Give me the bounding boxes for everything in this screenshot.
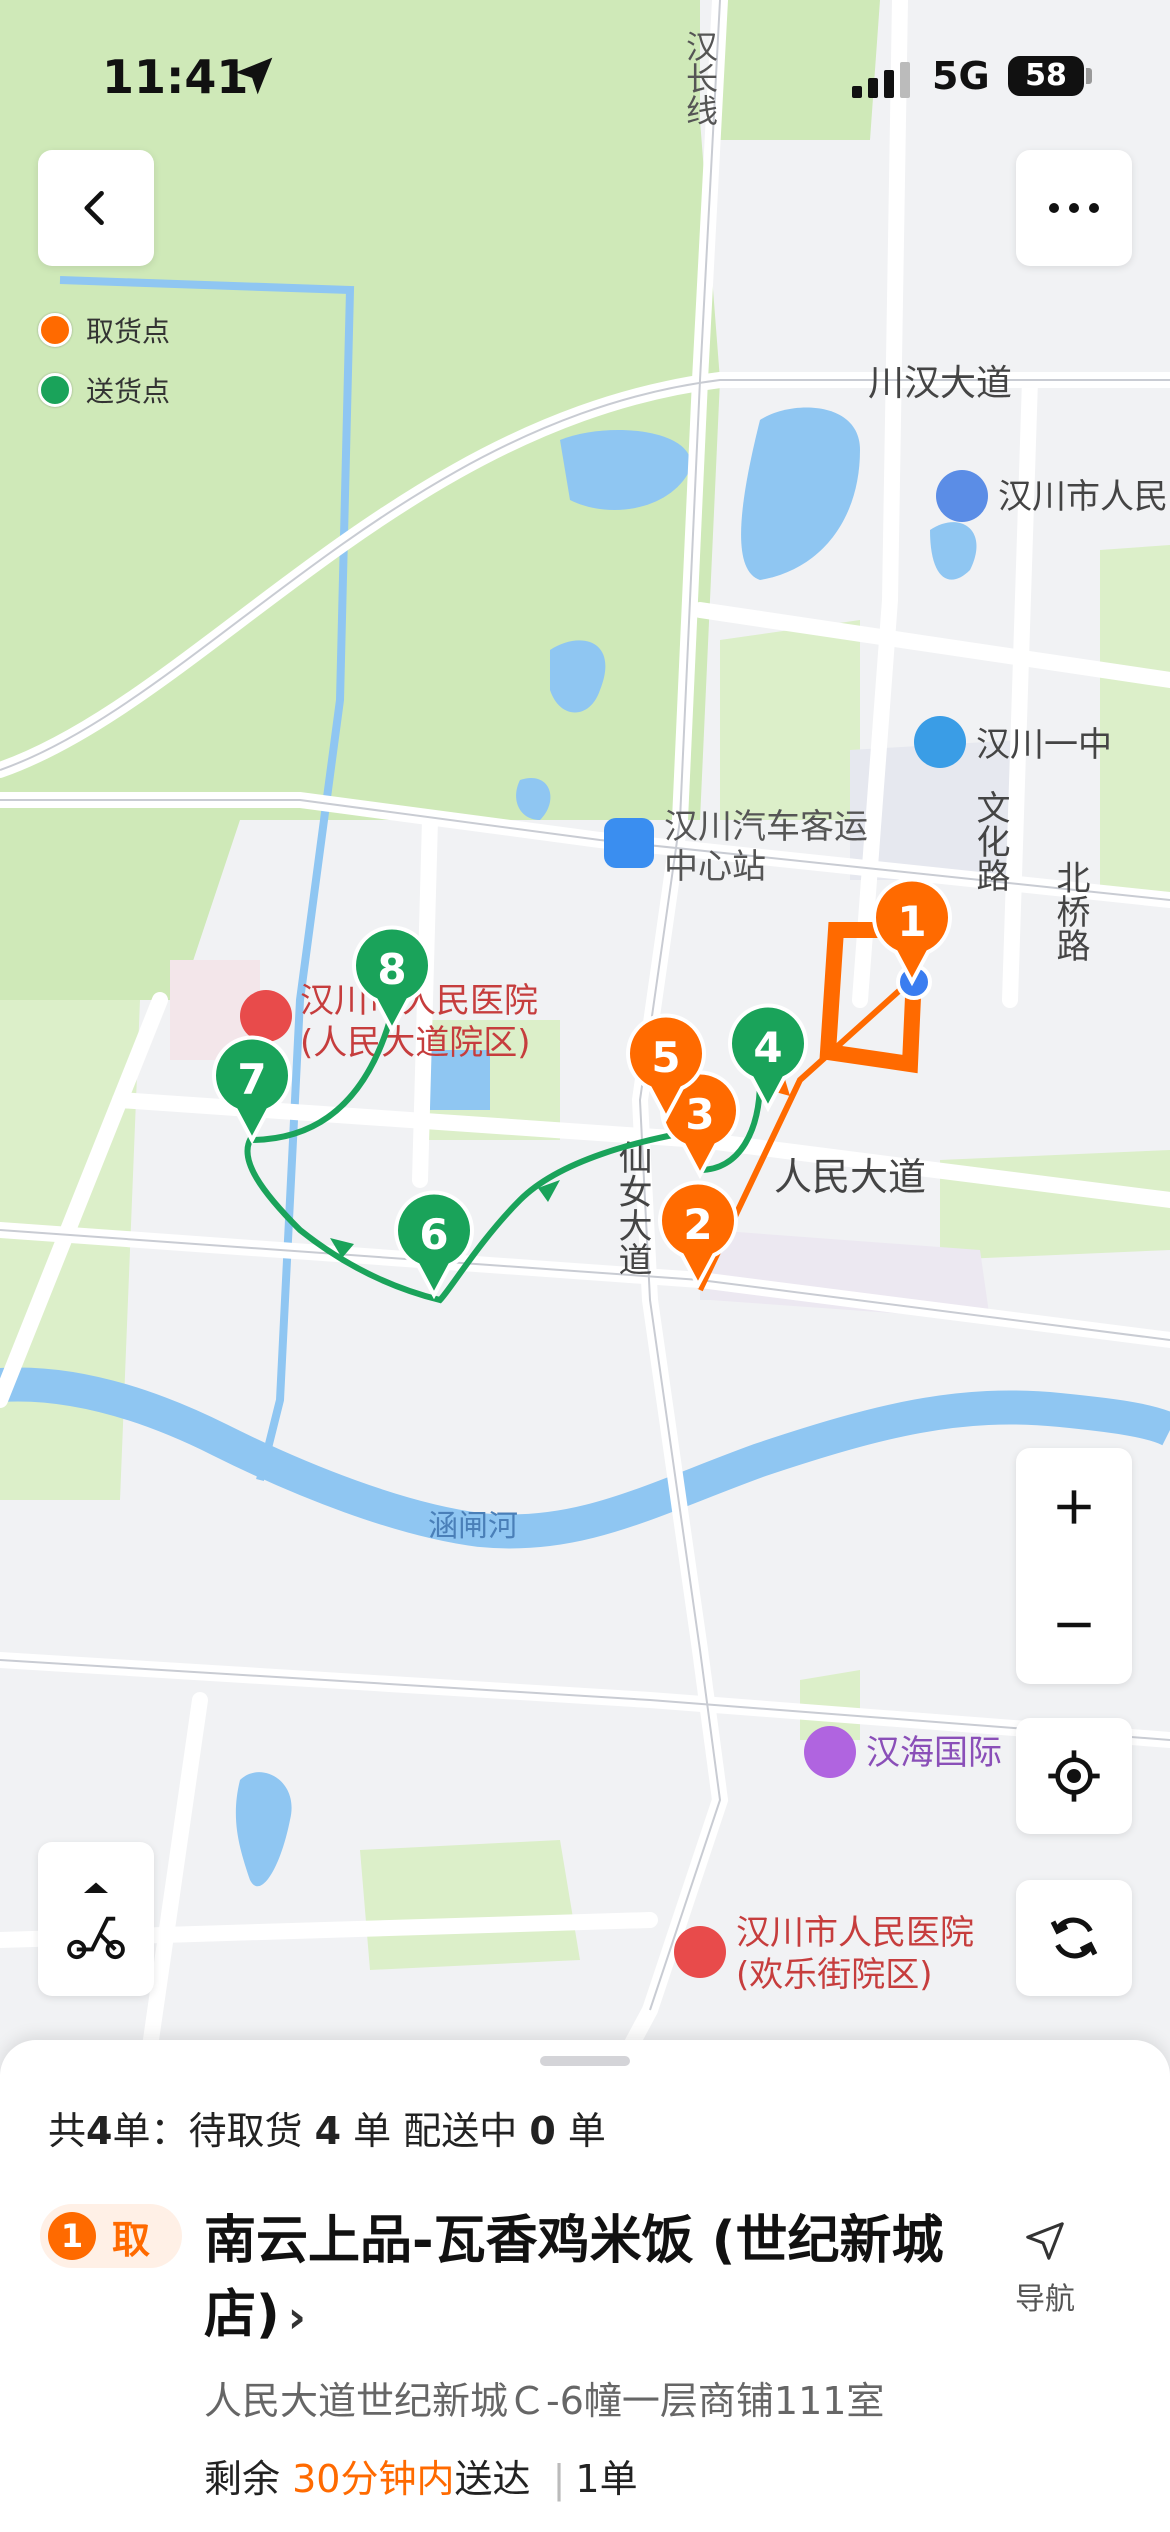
scooter-icon bbox=[67, 1916, 125, 1960]
more-button[interactable] bbox=[1016, 150, 1132, 266]
summary-mid: 单：待取货 bbox=[112, 2109, 303, 2153]
separator: | bbox=[552, 2457, 566, 2501]
bus-station-icon bbox=[604, 818, 654, 868]
chevron-right-icon: › bbox=[287, 2292, 306, 2343]
map-label-wenhua-road: 文化路 bbox=[970, 790, 1010, 892]
zoom-in-button[interactable] bbox=[1016, 1448, 1132, 1566]
map-marker-number: 2 bbox=[683, 1200, 712, 1249]
map-legend: 取货点 送货点 bbox=[38, 300, 170, 420]
map-label-hanhai-intl: 汉海国际 bbox=[866, 1733, 1002, 1773]
map-marker-number: 5 bbox=[651, 1033, 680, 1082]
order-index: 1 bbox=[48, 2212, 96, 2260]
minus-icon bbox=[1057, 1622, 1091, 1628]
status-time: 11:41 bbox=[102, 50, 249, 104]
map-label-bus-station-2: 中心站 bbox=[664, 847, 766, 887]
map-label-hanzha-river: 涵闸河 bbox=[428, 1509, 518, 1544]
map-label-chuanhan-avenue: 川汉大道 bbox=[868, 363, 1012, 404]
refresh-icon bbox=[1050, 1917, 1098, 1959]
remain-prefix: 剩余 bbox=[204, 2457, 281, 2501]
map-marker-number: 8 bbox=[377, 945, 406, 994]
map-label-hospital-1-branch: (人民大道院区) bbox=[300, 1023, 531, 1063]
map-marker-number: 1 bbox=[897, 897, 926, 946]
map-label-people-gov: 汉川市人民 bbox=[998, 477, 1168, 517]
map-label-xiannv-avenue: 仙女大道 bbox=[612, 1140, 652, 1276]
order-type-badge: 1 取 bbox=[40, 2204, 182, 2268]
summary-count: 4 bbox=[86, 2109, 113, 2153]
remain-time: 30分钟内 bbox=[292, 2457, 455, 2501]
delivery-deadline: 剩余 30分钟内送达 | 1单 bbox=[204, 2448, 638, 2503]
location-arrow-icon bbox=[235, 57, 273, 95]
store-address: 人民大道世纪新城Ｃ-6幢一层商铺111室 bbox=[204, 2379, 885, 2423]
battery-tip bbox=[1086, 68, 1092, 84]
hospital-icon bbox=[674, 1926, 726, 1978]
remain-suffix: 送达 bbox=[454, 2457, 531, 2501]
map-marker-number: 3 bbox=[685, 1090, 714, 1139]
plus-icon bbox=[1057, 1490, 1091, 1524]
hospital-icon bbox=[240, 990, 292, 1042]
order-type-label: 取 bbox=[112, 2217, 151, 2262]
refresh-button[interactable] bbox=[1016, 1880, 1132, 1996]
chevron-left-icon bbox=[84, 190, 104, 226]
map-label-hanchuan-no1: 汉川一中 bbox=[976, 725, 1112, 765]
navigate-label: 导航 bbox=[1015, 2282, 1075, 2317]
order-sheet[interactable]: 共4单：待取货 4 单 配送中 0 单 1 取 南云上品-瓦香鸡米饭 (世纪新城… bbox=[0, 2040, 1170, 2532]
battery-icon: 58 bbox=[1008, 56, 1084, 96]
sheet-drag-handle[interactable] bbox=[540, 2056, 630, 2066]
navigation-arrow-icon bbox=[1026, 2222, 1064, 2260]
map-marker-number: 6 bbox=[419, 1210, 448, 1259]
pickup-dot-icon bbox=[38, 313, 72, 347]
more-icon bbox=[1049, 203, 1099, 213]
delivery-dot-icon bbox=[38, 373, 72, 407]
summary-pending-count: 4 bbox=[314, 2109, 342, 2153]
legend-pickup-label: 取货点 bbox=[86, 315, 171, 348]
legend-pickup: 取货点 bbox=[38, 300, 170, 360]
order-summary: 共4单：待取货 4 单 配送中 0 单 bbox=[48, 2100, 606, 2155]
map-label-hospital-2: 汉川市人民医院 bbox=[736, 1913, 974, 1953]
map-marker-number: 7 bbox=[237, 1055, 266, 1104]
summary-suffix: 单 bbox=[567, 2109, 606, 2153]
network-type: 5G bbox=[932, 54, 990, 98]
map-label-bus-station: 汉川汽车客运 bbox=[664, 807, 868, 847]
shopping-icon bbox=[804, 1726, 856, 1778]
school-icon bbox=[914, 716, 966, 768]
signal-icon bbox=[852, 62, 910, 98]
map-marker-number: 4 bbox=[753, 1023, 782, 1072]
legend-delivery: 送货点 bbox=[38, 360, 170, 420]
caret-up-icon bbox=[84, 1882, 108, 1893]
summary-mid2: 单 配送中 bbox=[353, 2109, 518, 2153]
locate-button[interactable] bbox=[1016, 1718, 1132, 1834]
vehicle-mode-button[interactable] bbox=[38, 1842, 154, 1996]
order-quantity: 1单 bbox=[575, 2457, 638, 2501]
zoom-out-button[interactable] bbox=[1016, 1566, 1132, 1684]
status-bar: 11:41 5G 58 bbox=[0, 0, 1170, 140]
zoom-control bbox=[1016, 1448, 1132, 1684]
government-icon bbox=[936, 470, 988, 522]
store-name: 南云上品-瓦香鸡米饭 (世纪新城店) bbox=[204, 2211, 944, 2345]
summary-delivering-count: 0 bbox=[529, 2109, 556, 2153]
legend-delivery-label: 送货点 bbox=[86, 375, 171, 408]
store-name-link[interactable]: 南云上品-瓦香鸡米饭 (世纪新城店) › bbox=[204, 2204, 964, 2355]
map-label-hospital-2-branch: (欢乐街院区) bbox=[736, 1955, 933, 1995]
back-button[interactable] bbox=[38, 150, 154, 266]
navigate-button[interactable]: 导航 bbox=[990, 2218, 1100, 2318]
crosshair-icon bbox=[1048, 1750, 1100, 1802]
map-label-beiqiao-road: 北桥路 bbox=[1050, 860, 1090, 962]
summary-prefix: 共 bbox=[48, 2109, 87, 2153]
map-label-renmin-avenue: 人民大道 bbox=[774, 1155, 926, 1199]
